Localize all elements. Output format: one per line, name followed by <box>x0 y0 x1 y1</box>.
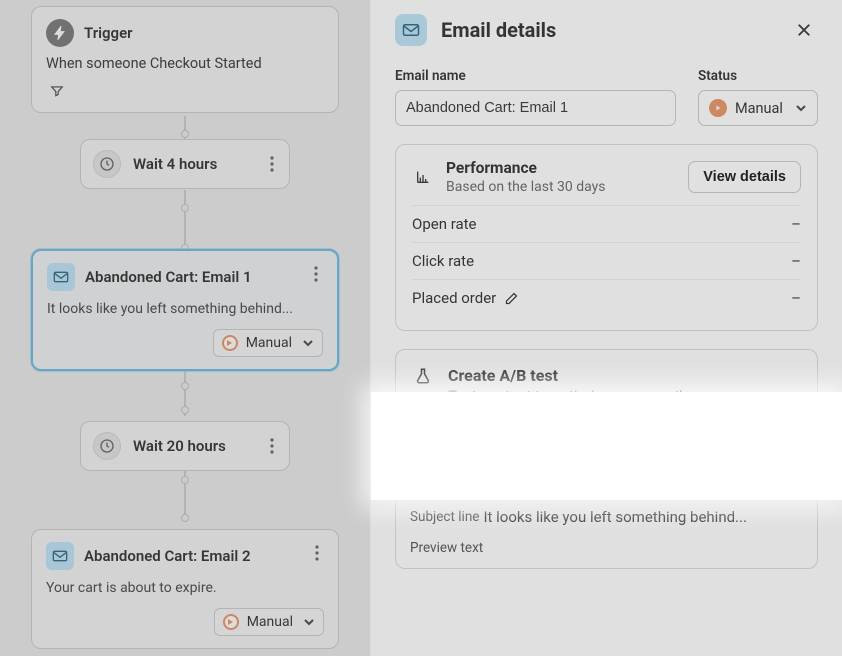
status-select[interactable]: Manual <box>698 90 818 126</box>
email-node-title: Abandoned Cart: Email 1 <box>85 268 252 286</box>
node-menu-button[interactable] <box>303 261 329 287</box>
node-menu-button[interactable] <box>304 540 330 566</box>
bolt-icon <box>46 19 74 47</box>
wait-label: Wait 4 hours <box>133 155 277 173</box>
subject-line-value: It looks like you left something behind.… <box>483 508 746 526</box>
flow-canvas[interactable]: Trigger When someone Checkout Started Wa… <box>0 0 370 656</box>
flow-node-trigger[interactable]: Trigger When someone Checkout Started <box>31 6 339 113</box>
status-label: Manual <box>246 335 292 351</box>
email-status-chip[interactable]: Manual <box>214 608 324 636</box>
email-node-preview: Your cart is about to expire. <box>46 580 324 596</box>
status-label: Manual <box>247 614 293 630</box>
mail-icon <box>410 461 428 475</box>
clock-icon <box>93 150 121 178</box>
performance-title: Performance <box>446 159 606 177</box>
chevron-down-icon <box>303 618 315 626</box>
flow-node-email-2[interactable]: Abandoned Cart: Email 2 Your cart is abo… <box>31 529 339 649</box>
subject-card-title: Subject and sender <box>440 459 734 477</box>
ab-test-title: Create A/B test <box>448 366 683 385</box>
preview-text-label: Preview text <box>410 540 803 556</box>
mail-icon <box>47 263 75 291</box>
detail-panel: Email details Email name Status Ma <box>370 0 842 656</box>
perf-value: – <box>791 289 801 307</box>
create-ab-test-card[interactable]: Create A/B test Test content to optimize… <box>395 349 818 422</box>
node-menu-button[interactable] <box>259 151 285 177</box>
node-menu-button[interactable] <box>259 433 285 459</box>
email-node-title: Abandoned Cart: Email 2 <box>84 547 251 565</box>
status-dot-icon <box>222 335 238 351</box>
bar-chart-icon <box>412 169 434 185</box>
chevron-down-icon <box>302 339 314 347</box>
chevron-down-icon <box>795 104 807 112</box>
perf-row-open: Open rate – <box>412 205 801 242</box>
flow-node-wait-2[interactable]: Wait 20 hours <box>80 421 290 471</box>
subject-sender-card: Subject and sender Edit Subject line It … <box>395 440 818 569</box>
perf-label: Open rate <box>412 215 477 233</box>
performance-card: Performance Based on the last 30 days Vi… <box>395 144 818 331</box>
performance-subtitle: Based on the last 30 days <box>446 179 606 195</box>
email-status-chip[interactable]: Manual <box>213 329 323 357</box>
status-dot-icon <box>709 99 727 117</box>
panel-title: Email details <box>441 18 776 42</box>
email-name-label: Email name <box>395 68 676 84</box>
mail-icon <box>395 14 427 46</box>
edit-button[interactable]: Edit <box>746 453 803 483</box>
perf-label: Placed order <box>412 289 496 307</box>
mail-icon <box>46 542 74 570</box>
email-name-input[interactable] <box>395 90 676 126</box>
perf-row-placed: Placed order – <box>412 279 801 316</box>
flask-icon <box>412 366 434 386</box>
perf-value: – <box>791 215 801 233</box>
ab-test-subtitle: Test content to optimize your email <box>448 387 683 405</box>
trigger-title: Trigger <box>84 24 133 42</box>
status-value: Manual <box>735 100 783 117</box>
perf-label: Click rate <box>412 252 474 270</box>
flow-node-wait-1[interactable]: Wait 4 hours <box>80 139 290 189</box>
perf-value: – <box>791 252 801 270</box>
edit-icon[interactable] <box>504 291 519 306</box>
subject-line-label: Subject line <box>410 509 479 525</box>
view-details-button[interactable]: View details <box>688 161 801 193</box>
perf-row-click: Click rate – <box>412 242 801 279</box>
close-button[interactable] <box>790 16 818 44</box>
status-label: Status <box>698 68 818 84</box>
filter-icon <box>46 82 68 100</box>
clock-icon <box>93 432 121 460</box>
status-dot-icon <box>223 614 239 630</box>
email-node-preview: It looks like you left something behind.… <box>47 301 323 317</box>
flow-node-email-1[interactable]: Abandoned Cart: Email 1 It looks like yo… <box>31 249 339 371</box>
trigger-body: When someone Checkout Started <box>46 55 324 72</box>
wait-label: Wait 20 hours <box>133 437 277 455</box>
